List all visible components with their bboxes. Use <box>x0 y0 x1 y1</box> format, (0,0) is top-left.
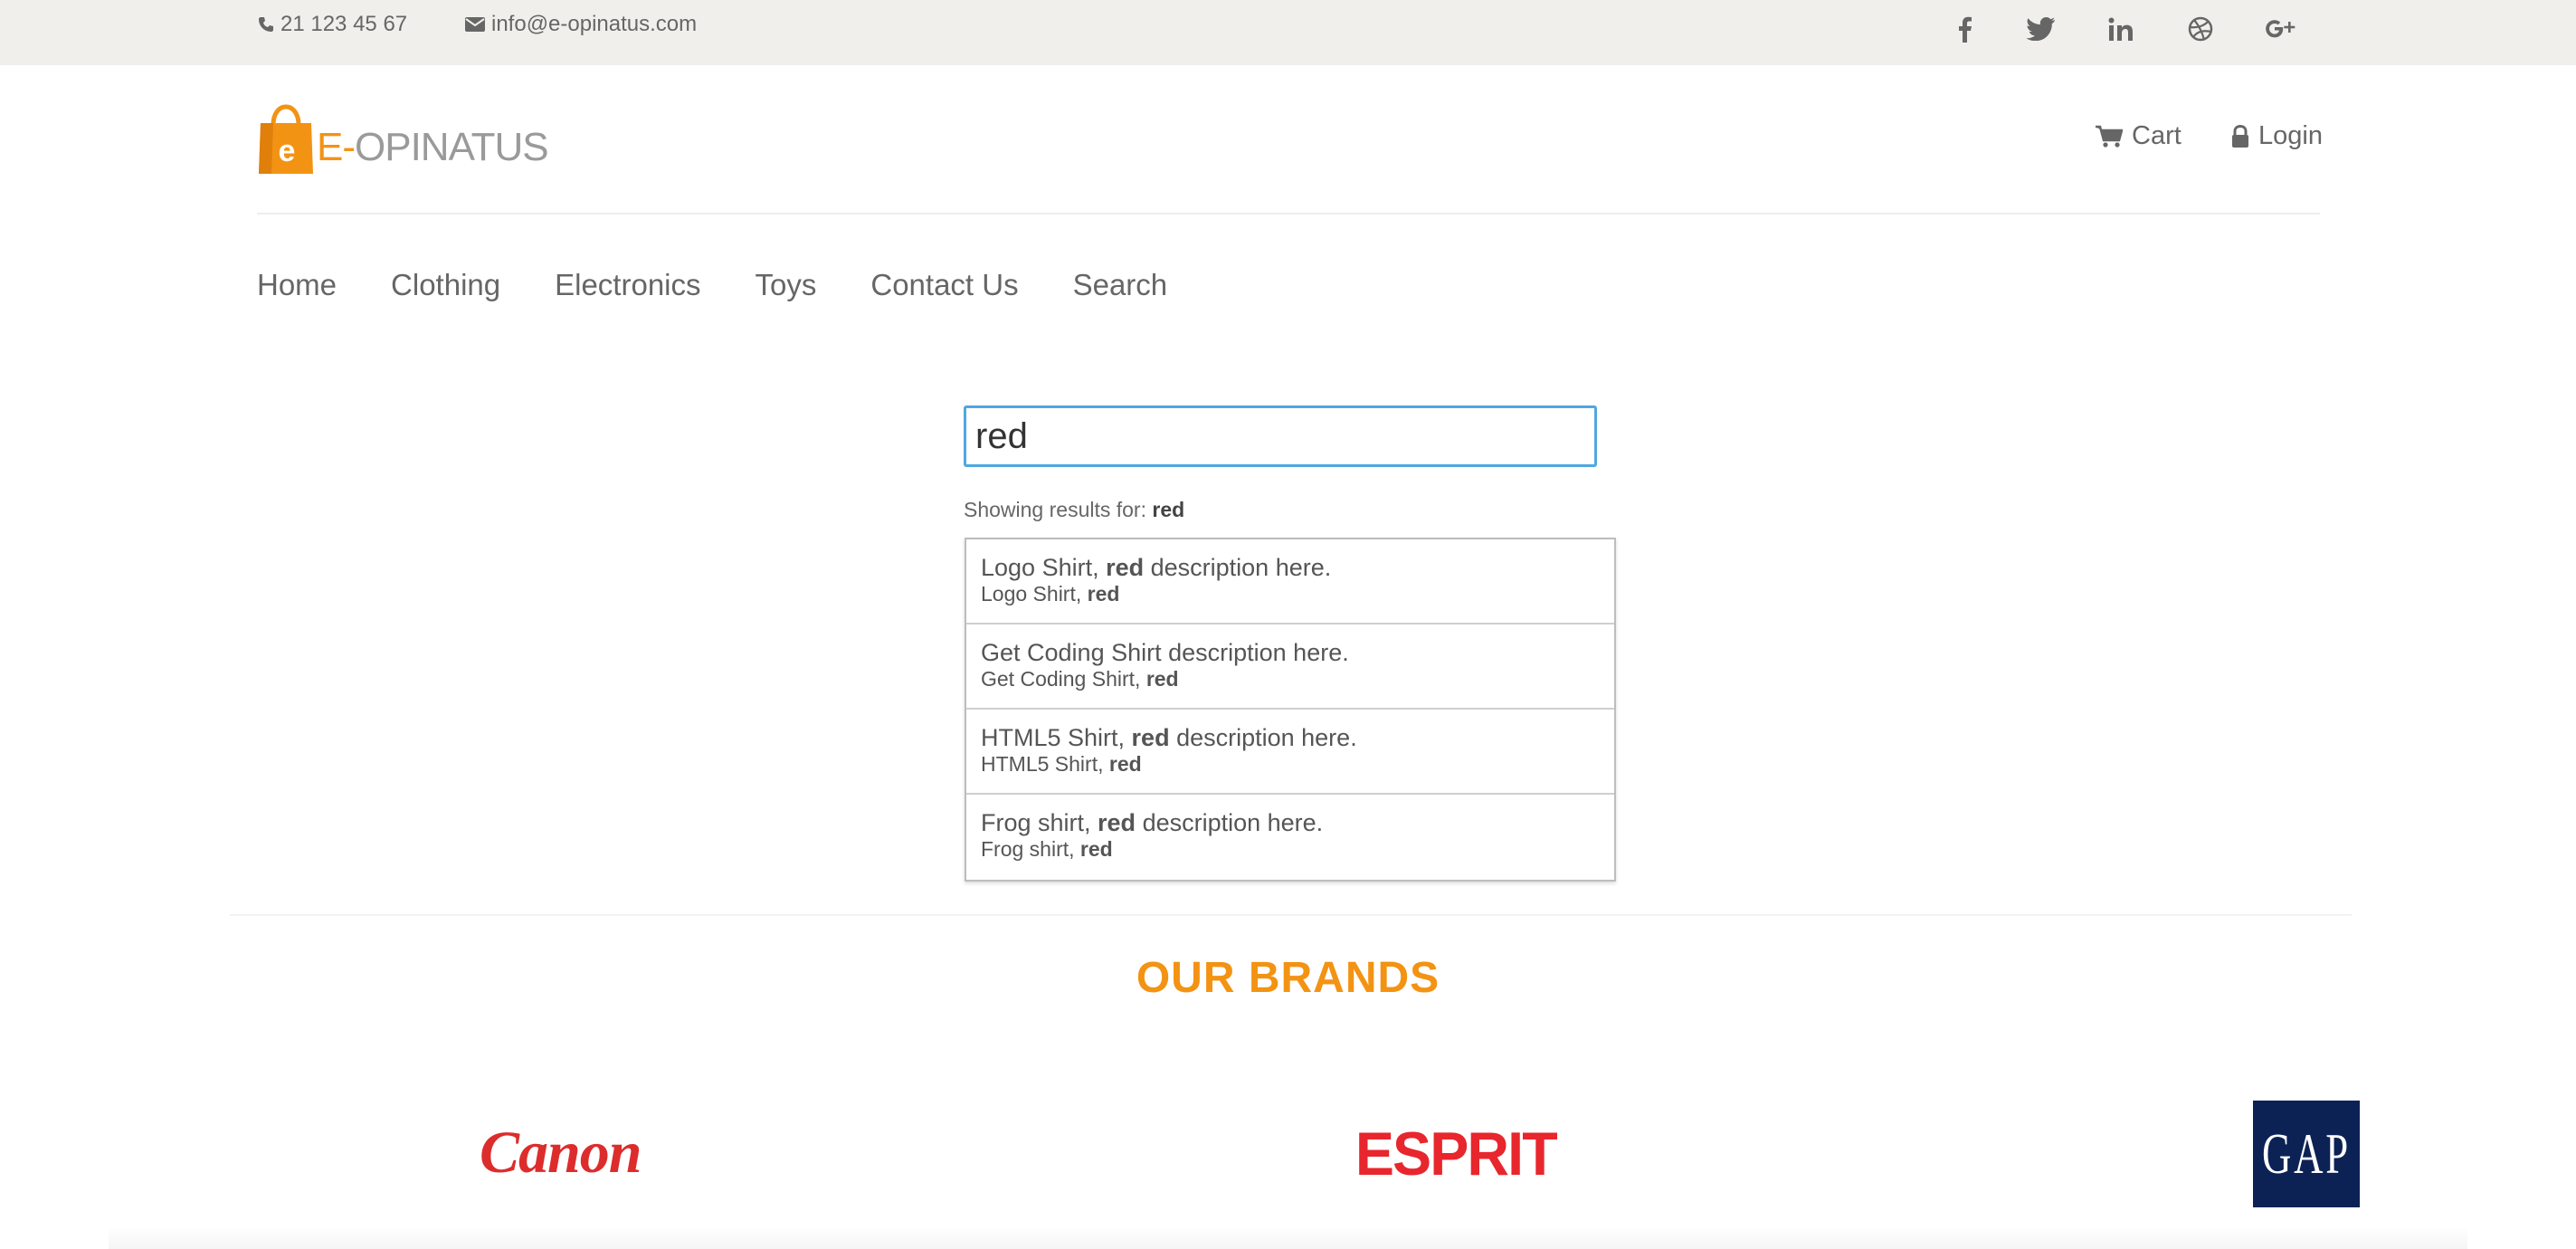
result-title: Frog shirt, red description here. <box>981 809 1324 836</box>
dribbble-link[interactable] <box>2182 13 2219 45</box>
dribbble-icon <box>2188 16 2213 42</box>
header-divider <box>257 213 2320 215</box>
twitter-icon <box>2027 17 2055 41</box>
brand-logo-gap[interactable]: GAP <box>2253 1101 2360 1207</box>
lock-icon <box>2232 124 2248 148</box>
logo-wordmark-rest: OPINATUS <box>355 125 549 169</box>
brands-heading: OUR BRANDS <box>1136 954 1440 1002</box>
facebook-icon <box>1959 16 1972 43</box>
nav-toys[interactable]: Toys <box>756 268 817 302</box>
result-subtitle: Get Coding Shirt, red <box>981 667 1179 691</box>
cart-icon <box>2096 125 2123 148</box>
results-label-term: red <box>1152 498 1185 521</box>
phone-number: 21 123 45 67 <box>280 12 408 36</box>
result-subtitle: HTML5 Shirt, red <box>981 752 1142 776</box>
phone-icon <box>259 17 273 32</box>
gap-logo-text: GAP <box>2261 1121 2352 1186</box>
email-address: info@e-opinatus.com <box>491 12 698 36</box>
page-bottom-shadow <box>109 1226 2467 1249</box>
main-nav: Home Clothing Electronics Toys Contact U… <box>257 268 1221 302</box>
top-bar: 21 123 45 67 info@e-opinatus.com <box>0 0 2576 65</box>
nav-home[interactable]: Home <box>257 268 337 302</box>
search-result-item[interactable]: Get Coding Shirt description here. Get C… <box>966 624 1614 710</box>
results-label: Showing results for: red <box>964 498 1184 522</box>
result-subtitle: Frog shirt, red <box>981 837 1113 861</box>
search-input[interactable] <box>964 405 1597 467</box>
linkedin-link[interactable] <box>2103 13 2139 45</box>
search-result-item[interactable]: Logo Shirt, red description here. Logo S… <box>966 539 1614 624</box>
shopping-bag-logo-icon: e <box>259 104 313 174</box>
nav-electronics[interactable]: Electronics <box>555 268 700 302</box>
login-link[interactable]: Login <box>2231 121 2323 151</box>
google-plus-icon <box>2266 20 2296 38</box>
result-subtitle: Logo Shirt, red <box>981 582 1120 605</box>
logo-wordmark-prefix: E- <box>317 125 356 169</box>
nav-contact-us[interactable]: Contact Us <box>870 268 1018 302</box>
result-title: Logo Shirt, red description here. <box>981 554 1332 581</box>
email-contact[interactable]: info@e-opinatus.com <box>464 12 697 37</box>
search-result-item[interactable]: Frog shirt, red description here. Frog s… <box>966 795 1614 880</box>
cart-label: Cart <box>2132 121 2182 150</box>
login-label: Login <box>2258 121 2323 150</box>
twitter-link[interactable] <box>2023 13 2059 45</box>
google-plus-link[interactable] <box>2262 13 2298 45</box>
nav-clothing[interactable]: Clothing <box>391 268 500 302</box>
phone-contact[interactable]: 21 123 45 67 <box>257 12 407 37</box>
section-divider <box>230 914 2352 916</box>
site-logo[interactable]: e E-OPINATUS <box>257 98 549 176</box>
facebook-link[interactable] <box>1947 13 1983 45</box>
linkedin-icon <box>2108 17 2133 41</box>
cart-link[interactable]: Cart <box>2096 121 2182 151</box>
svg-text:e: e <box>279 134 296 168</box>
results-label-prefix: Showing results for: <box>964 498 1146 521</box>
brand-logo-canon[interactable]: Canon <box>480 1119 642 1187</box>
nav-search[interactable]: Search <box>1073 268 1168 302</box>
search-result-item[interactable]: HTML5 Shirt, red description here. HTML5… <box>966 710 1614 795</box>
envelope-icon <box>465 17 485 32</box>
result-title: Get Coding Shirt description here. <box>981 639 1349 666</box>
result-title: HTML5 Shirt, red description here. <box>981 724 1357 751</box>
brand-logo-esprit[interactable]: ESPRIT <box>1355 1119 1558 1189</box>
logo-wordmark: E-OPINATUS <box>317 125 549 170</box>
search-results-list: Logo Shirt, red description here. Logo S… <box>965 538 1616 882</box>
